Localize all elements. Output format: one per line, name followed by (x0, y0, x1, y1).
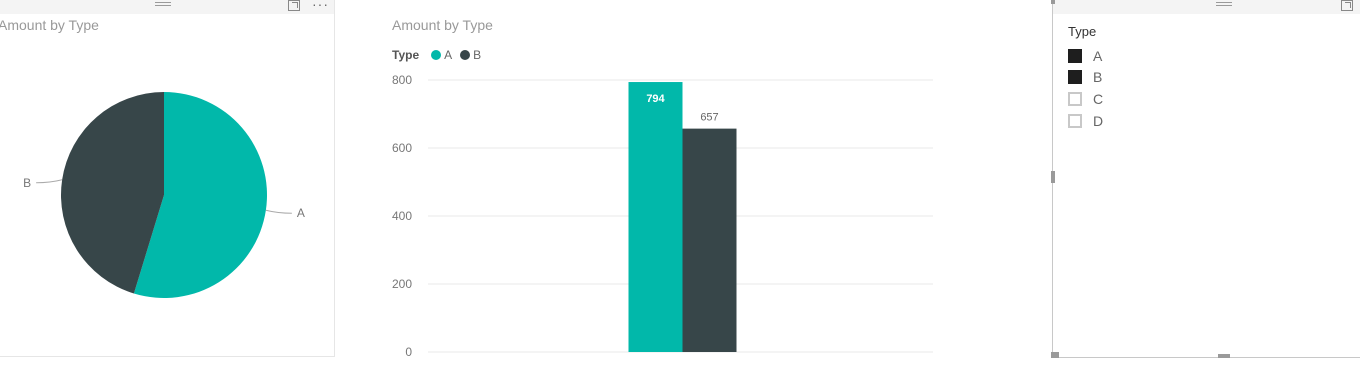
resize-handle[interactable] (1051, 352, 1059, 358)
slicer-item-label: A (1093, 48, 1103, 64)
slicer-item-a[interactable]: A (1068, 48, 1102, 64)
checkbox-checked-icon[interactable] (1068, 49, 1082, 63)
slicer-item-c[interactable]: C (1068, 91, 1103, 107)
pie-chart-canvas: AB (23, 92, 305, 299)
bar-a[interactable] (628, 82, 683, 352)
type-slicer[interactable]: Type A B C D (1052, 0, 1360, 358)
y-axis-tick-label: 400 (392, 209, 412, 223)
slicer-item-label: B (1093, 69, 1103, 85)
slicer-item-label: D (1093, 113, 1104, 129)
pie-chart-visual[interactable]: ··· Amount by Type AB (0, 0, 335, 357)
bar-b[interactable] (682, 128, 737, 352)
y-axis-tick-label: 600 (392, 141, 412, 155)
y-axis-tick-label: 0 (405, 345, 412, 359)
drag-grip-icon[interactable] (1216, 2, 1232, 8)
checkbox-unchecked-icon[interactable] (1068, 114, 1082, 128)
slicer-item-b[interactable]: B (1068, 69, 1102, 85)
resize-handle[interactable] (1218, 354, 1230, 358)
pie-leader-line (36, 179, 63, 184)
bar-data-label: 657 (700, 112, 718, 124)
resize-handle[interactable] (1051, 171, 1055, 183)
pie-leader-line (265, 209, 292, 214)
checkbox-checked-icon[interactable] (1068, 70, 1082, 84)
pie-slice-label: B (23, 176, 31, 190)
bar-chart-visual[interactable]: Amount by Type Type A B 0 200 400 600 800 794… (380, 0, 960, 370)
slicer-item-label: C (1093, 91, 1104, 107)
pie-slice-label: A (297, 206, 305, 220)
y-axis-tick-label: 200 (392, 277, 412, 291)
focus-mode-icon[interactable] (1341, 0, 1353, 11)
visual-header (1053, 0, 1360, 14)
slicer-item-d[interactable]: D (1068, 113, 1103, 129)
bar-data-label: 794 (646, 93, 665, 105)
bar-chart-canvas: 0 200 400 600 800 794 657 (392, 73, 933, 359)
slicer-title: Type (1068, 24, 1097, 39)
checkbox-unchecked-icon[interactable] (1068, 92, 1082, 106)
resize-handle[interactable] (1051, 0, 1055, 4)
y-axis-tick-label: 800 (392, 73, 412, 87)
